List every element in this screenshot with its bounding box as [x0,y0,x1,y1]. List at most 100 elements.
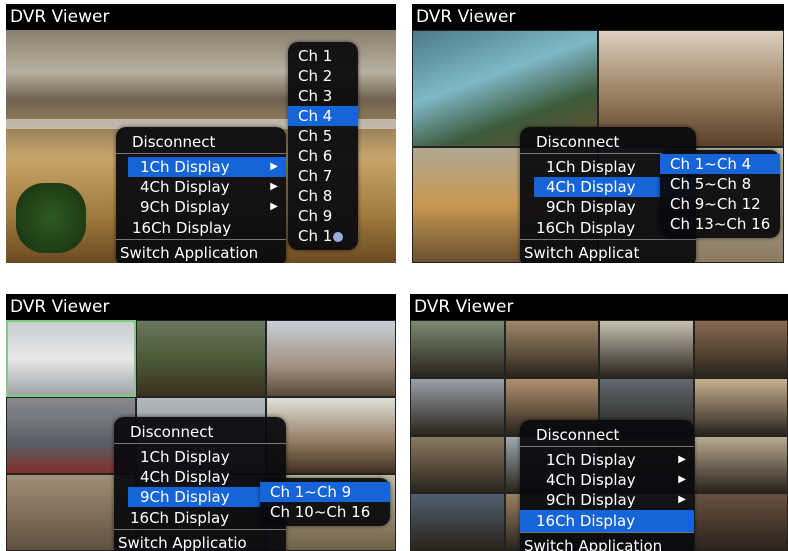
disconnect-item[interactable]: Disconnect [114,421,286,444]
4ch-label: 4Ch Display [140,468,230,486]
1ch-label: 1Ch Display [140,158,230,176]
ch-label: Ch 4 [298,107,333,125]
arrow-right-icon: ▶ [678,474,686,485]
9ch-label: 9Ch Display [546,491,636,509]
9ch-display-item[interactable]: 9Ch Display ▶ [520,490,694,510]
panel-4ch: DVR Viewer Disconnect 1Ch Display 4Ch Di… [412,4,784,263]
ch3-item[interactable]: Ch 3 [288,86,358,106]
ch4-item[interactable]: Ch 4 [288,106,358,126]
app-title: DVR Viewer [412,4,784,30]
ch9-12-item[interactable]: Ch 9~Ch 12 [660,194,780,214]
arrow-right-icon: ▶ [270,201,278,212]
camera-tile[interactable] [410,377,505,436]
group-label: Ch 1~Ch 4 [670,155,752,173]
camera-tile[interactable] [693,377,788,436]
1ch-label: 1Ch Display [546,451,636,469]
app-title: DVR Viewer [6,4,396,30]
ch-label: Ch 3 [298,87,333,105]
ch10-item[interactable]: Ch 1 [288,226,358,246]
9ch-display-item[interactable]: 9Ch Display ▶ [116,197,286,217]
scroll-down-icon[interactable] [333,231,344,242]
camera-tile[interactable] [410,320,505,378]
1ch-display-item[interactable]: 1Ch Display ▶ [520,450,694,470]
ch5-8-item[interactable]: Ch 5~Ch 8 [660,174,780,194]
16ch-label: 16Ch Display [536,219,636,237]
camera-tile[interactable] [599,320,694,378]
panel-9ch: DVR Viewer Disconnect 1Ch Display 4Ch Di… [6,294,396,551]
switch-application-item[interactable]: Switch Applicat [520,243,696,263]
switch-app-label: Switch Applicatio [118,534,247,551]
camera-tile[interactable] [693,493,788,551]
16ch-label: 16Ch Display [130,509,230,527]
disconnect-item[interactable]: Disconnect [520,424,694,447]
app-title: DVR Viewer [410,294,788,320]
ch5-item[interactable]: Ch 5 [288,126,358,146]
ch-label: Ch 5 [298,127,333,145]
panel-16ch: DVR Viewer Disconnect 1Ch Display ▶ 4Ch D… [410,294,788,551]
ch-label: Ch 6 [298,147,333,165]
16ch-label: 16Ch Display [536,512,636,530]
1ch-display-item[interactable]: 1Ch Display ▶ [128,157,286,177]
switch-app-label: Switch Application [524,537,663,551]
ch-label: Ch 8 [298,187,333,205]
9ch-label: 9Ch Display [140,198,230,216]
ch7-item[interactable]: Ch 7 [288,166,358,186]
ch1-4-item[interactable]: Ch 1~Ch 4 [660,154,780,174]
1ch-label: 1Ch Display [140,448,230,466]
ch1-9-item[interactable]: Ch 1~Ch 9 [260,482,390,502]
ch2-item[interactable]: Ch 2 [288,66,358,86]
arrow-right-icon: ▶ [678,454,686,465]
group-label: Ch 10~Ch 16 [270,503,371,521]
switch-app-label: Switch Applicat [524,244,640,262]
switch-application-item[interactable]: Switch Applicatio [114,533,286,551]
disconnect-label: Disconnect [130,423,214,441]
camera-tile[interactable] [410,435,505,494]
ch-label: Ch 1 [298,47,333,65]
4ch-display-item[interactable]: 4Ch Display ▶ [520,470,694,490]
4ch-label: 4Ch Display [140,178,230,196]
camera-tile[interactable] [693,320,788,378]
ch-label: Ch 1 [298,227,333,245]
switch-application-item[interactable]: Switch Application [116,243,286,263]
camera-tile[interactable] [265,320,396,398]
1ch-label: 1Ch Display [546,158,636,176]
camera-tile-selected[interactable] [6,320,137,398]
main-menu: Disconnect 1Ch Display ▶ 4Ch Display ▶ 9Ch… [116,127,286,263]
disconnect-item[interactable]: Disconnect [116,131,286,154]
ch9-item[interactable]: Ch 9 [288,206,358,226]
camera-tile[interactable] [135,320,267,398]
arrow-right-icon: ▶ [270,181,278,192]
camera-tile[interactable] [410,493,505,551]
16ch-display-item[interactable]: 16Ch Display [116,217,286,240]
ch-label: Ch 2 [298,67,333,85]
ch8-item[interactable]: Ch 8 [288,186,358,206]
panel-1ch: DVR Viewer Disconnect 1Ch Display ▶ 4Ch D… [6,4,396,263]
channel-submenu: Ch 1 Ch 2 Ch 3 Ch 4 Ch 5 Ch 6 Ch 7 Ch 8 … [288,42,358,250]
group-label: Ch 13~Ch 16 [670,215,771,233]
9ch-label: 9Ch Display [140,488,230,506]
camera-tile[interactable] [693,435,788,494]
9ch-label: 9Ch Display [546,198,636,216]
camera-tile[interactable] [504,320,599,378]
4ch-label: 4Ch Display [546,471,636,489]
switch-application-item[interactable]: Switch Application [520,536,694,551]
main-menu: Disconnect 1Ch Display ▶ 4Ch Display ▶ 9Ch… [520,420,694,551]
arrow-right-icon: ▶ [270,161,278,172]
ch13-16-item[interactable]: Ch 13~Ch 16 [660,214,780,234]
ch6-item[interactable]: Ch 6 [288,146,358,166]
camera-plant [16,183,86,253]
arrow-right-icon: ▶ [678,494,686,505]
16ch-label: 16Ch Display [132,219,232,237]
4ch-label: 4Ch Display [546,178,636,196]
1ch-display-item[interactable]: 1Ch Display [114,447,286,467]
channel-group-submenu: Ch 1~Ch 9 Ch 10~Ch 16 [260,478,390,526]
group-label: Ch 5~Ch 8 [670,175,752,193]
disconnect-label: Disconnect [536,133,620,151]
16ch-display-item[interactable]: 16Ch Display [520,510,694,533]
4ch-display-item[interactable]: 4Ch Display ▶ [116,177,286,197]
ch1-item[interactable]: Ch 1 [288,46,358,66]
group-label: Ch 1~Ch 9 [270,483,352,501]
switch-app-label: Switch Application [120,244,259,262]
ch10-16-item[interactable]: Ch 10~Ch 16 [260,502,390,522]
disconnect-label: Disconnect [132,133,216,151]
